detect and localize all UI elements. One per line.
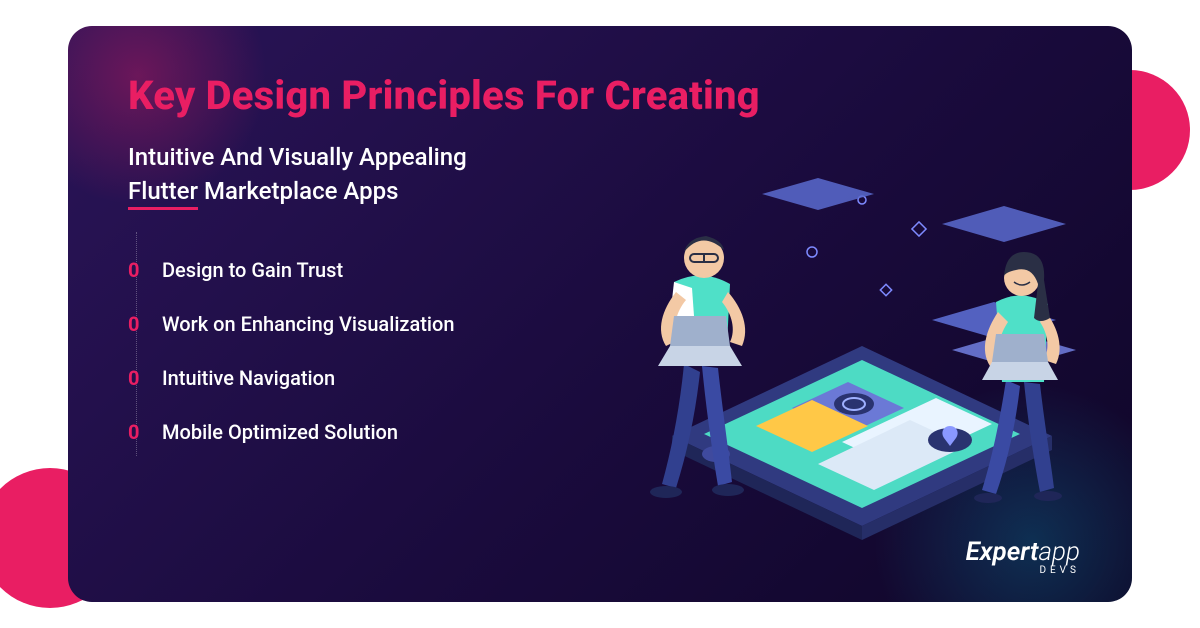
brand-logo-strong: Expert [966, 537, 1039, 567]
subheadline-line2-rest: Marketplace Apps [204, 177, 398, 205]
headline: Key Design Principles For Creating [128, 72, 1072, 119]
subheadline-highlight: Flutter [128, 177, 198, 210]
bullet-marker: 0 [128, 312, 162, 336]
bullet-marker: 0 [128, 366, 162, 390]
bullet-marker: 0 [128, 420, 162, 444]
brand-logo-light: app [1038, 537, 1080, 567]
hero-illustration [582, 166, 1102, 546]
bullet-label: Mobile Optimized Solution [162, 420, 398, 444]
infographic-card: Key Design Principles For Creating Intui… [68, 26, 1132, 602]
bullet-marker: 0 [128, 258, 162, 282]
bullet-label: Intuitive Navigation [162, 366, 335, 390]
bullet-label: Work on Enhancing Visualization [162, 312, 455, 336]
subheadline-line1: Intuitive And Visually Appealing [128, 143, 467, 171]
brand-logo: Expertapp DEVS [966, 537, 1080, 576]
bullet-label: Design to Gain Trust [162, 258, 343, 282]
